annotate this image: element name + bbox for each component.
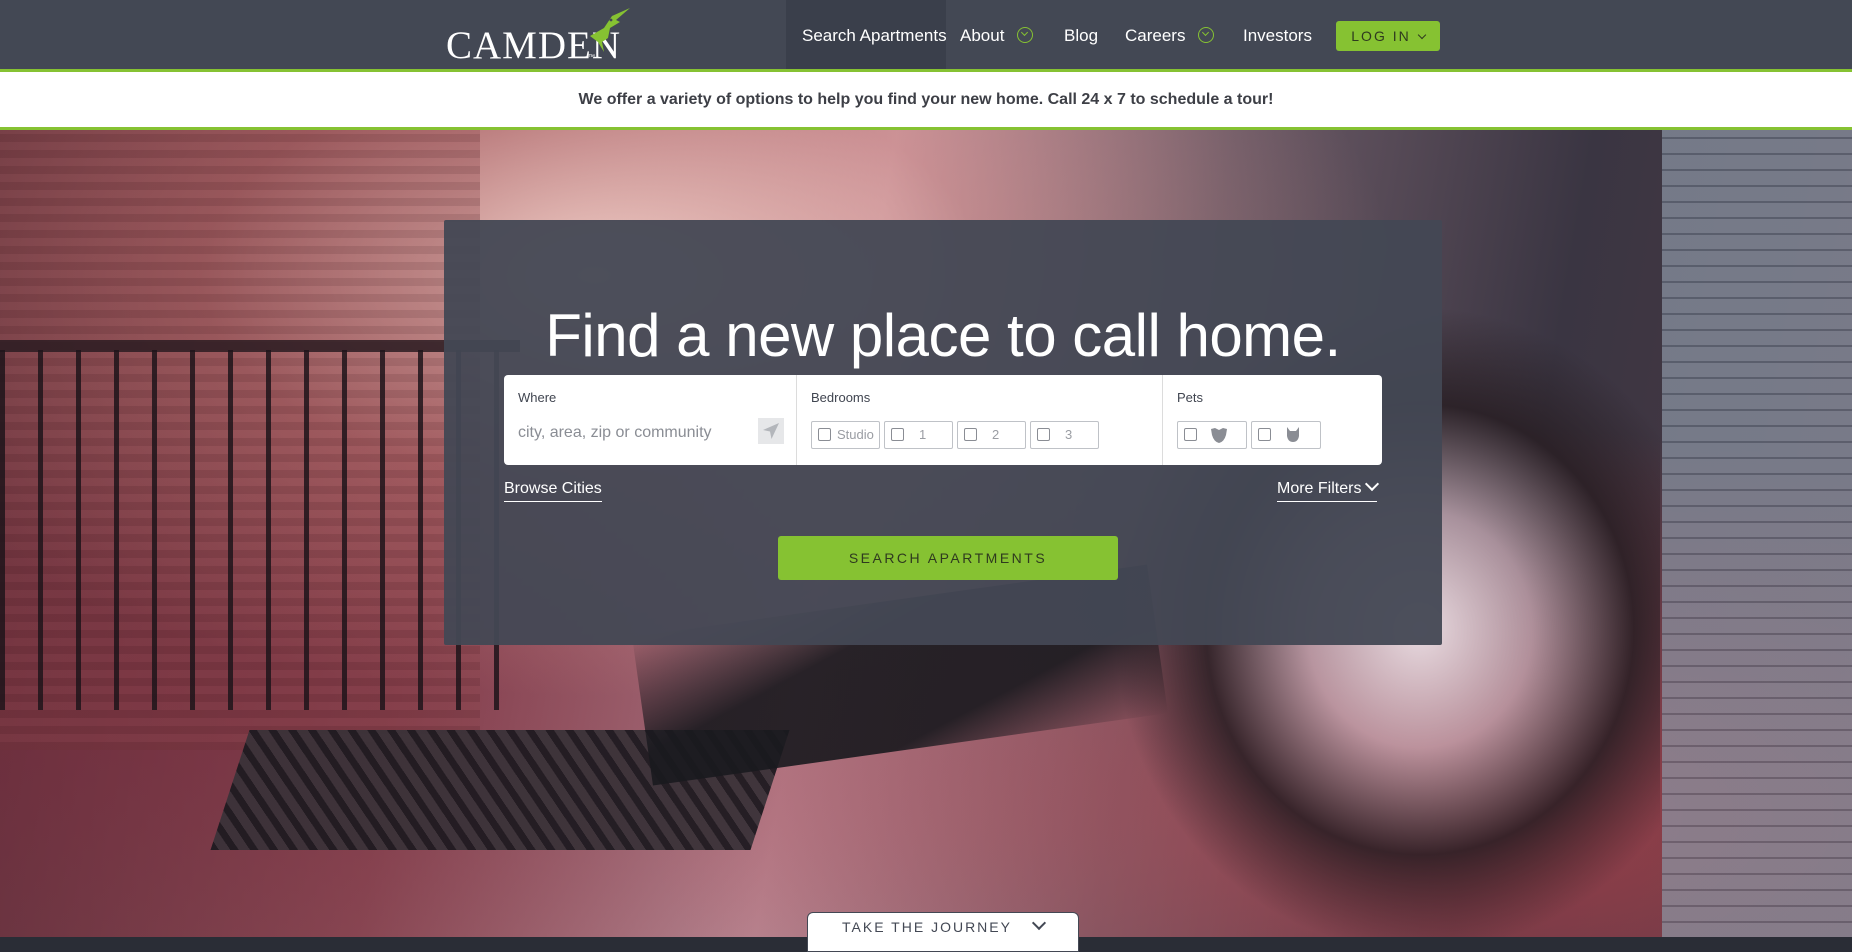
bedroom-option-1[interactable]: 1: [884, 421, 953, 449]
hero-balcony-bars: [0, 350, 520, 710]
nav-about[interactable]: About: [960, 0, 1034, 69]
where-input[interactable]: [518, 421, 738, 445]
bedroom-option-label: 3: [1065, 427, 1073, 442]
camden-logo[interactable]: CAMDEN ™: [446, 6, 636, 66]
bedroom-option-label: 1: [919, 427, 927, 442]
nav-investors[interactable]: Investors: [1243, 0, 1312, 69]
more-filters-label: More Filters: [1277, 480, 1362, 497]
journey-label: TAKE THE JOURNEY: [842, 919, 1012, 935]
nav-blog[interactable]: Blog: [1064, 0, 1098, 69]
where-section: Where: [504, 375, 796, 465]
top-navigation-bar: CAMDEN ™ Search Apartments About Blog Ca…: [0, 0, 1852, 72]
nav-careers[interactable]: Careers: [1125, 0, 1215, 69]
pets-label: Pets: [1177, 390, 1204, 405]
pet-option-dog[interactable]: [1177, 421, 1247, 449]
hero-siding: [1662, 130, 1852, 937]
cat-icon: [1287, 427, 1299, 442]
search-headline: Find a new place to call home.: [545, 302, 1341, 370]
search-form: Where Bedrooms Studio 1 2: [504, 375, 1382, 465]
chevron-down-icon: [1417, 30, 1426, 40]
pet-option-cat[interactable]: [1251, 421, 1321, 449]
info-banner: We offer a variety of options to help yo…: [0, 72, 1852, 130]
checkbox[interactable]: [964, 428, 977, 441]
banner-text: We offer a variety of options to help yo…: [578, 91, 1274, 108]
checkbox[interactable]: [1258, 428, 1271, 441]
where-label: Where: [518, 390, 557, 405]
nav-label: Investors: [1243, 26, 1312, 45]
checkbox[interactable]: [818, 428, 831, 441]
login-label: LOG IN: [1351, 28, 1411, 44]
checkbox[interactable]: [891, 428, 904, 441]
take-the-journey-button[interactable]: TAKE THE JOURNEY: [807, 912, 1079, 952]
bedroom-option-2[interactable]: 2: [957, 421, 1026, 449]
nav-label: Careers: [1125, 26, 1186, 45]
search-apartments-button[interactable]: SEARCH APARTMENTS: [778, 536, 1118, 580]
bedroom-option-3[interactable]: 3: [1030, 421, 1099, 449]
search-panel: Find a new place to call home. Where Bed…: [444, 220, 1442, 645]
bedroom-option-label: 2: [992, 427, 1000, 442]
bedroom-option-label: Studio: [837, 427, 874, 442]
hummingbird-icon: [590, 8, 630, 52]
bedrooms-section: Bedrooms Studio 1 2 3: [796, 375, 1162, 465]
checkbox[interactable]: [1037, 428, 1050, 441]
location-arrow-icon: [763, 423, 779, 439]
dog-icon: [1211, 428, 1227, 443]
nav-label: Search Apartments: [802, 26, 947, 45]
nav-search-apartments[interactable]: Search Apartments: [786, 0, 947, 69]
browse-cities-link[interactable]: Browse Cities: [504, 481, 602, 502]
chevron-down-icon: [1017, 26, 1034, 43]
bedrooms-label: Bedrooms: [811, 390, 871, 405]
nav-label: Blog: [1064, 26, 1099, 45]
logo-trademark: ™: [588, 54, 595, 61]
nav-label: About: [960, 26, 1005, 45]
more-filters-link[interactable]: More Filters: [1277, 476, 1380, 502]
bedroom-option-studio[interactable]: Studio: [811, 421, 880, 449]
locate-button[interactable]: [758, 418, 784, 444]
chevron-down-icon: [1198, 26, 1215, 43]
pets-section: Pets: [1162, 375, 1382, 465]
login-button[interactable]: LOG IN: [1336, 21, 1440, 51]
chevron-down-icon: [1031, 915, 1047, 931]
checkbox[interactable]: [1184, 428, 1197, 441]
search-button-label: SEARCH APARTMENTS: [848, 550, 1048, 566]
chevron-down-icon: [1365, 476, 1380, 492]
